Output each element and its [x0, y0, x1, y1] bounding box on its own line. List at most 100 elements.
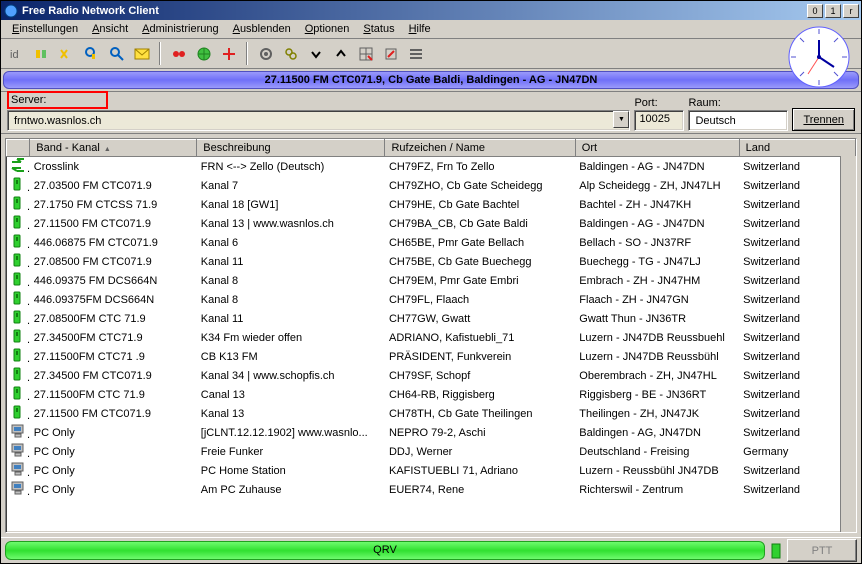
cell-rufzeichen: CH75BE, Cb Gate Buechegg [385, 252, 575, 271]
menu-ansicht[interactable]: Ansicht [85, 21, 135, 37]
row-type-icon [7, 423, 30, 442]
table-row[interactable]: 27.1750 FM CTCSS 71.9Kanal 18 [GW1]CH79H… [7, 195, 856, 214]
row-type-icon [7, 157, 30, 177]
cell-rufzeichen: KAFISTUEBLI 71, Adriano [385, 461, 575, 480]
menu-hilfe[interactable]: Hilfe [402, 21, 438, 37]
tool-search-icon[interactable] [105, 42, 128, 65]
raum-label: Raum: [688, 97, 788, 110]
cell-band: 446.09375 FM DCS664N [30, 271, 197, 290]
table-row[interactable]: 27.08500 FM CTC071.9Kanal 11CH75BE, Cb G… [7, 252, 856, 271]
minimize-button[interactable]: 0 [807, 4, 823, 18]
maximize-button[interactable]: 1 [825, 4, 841, 18]
port-label: Port: [634, 97, 684, 110]
cell-rufzeichen: CH79SF, Schopf [385, 366, 575, 385]
svg-text:id: id [10, 49, 19, 61]
tool-id-icon[interactable]: id [5, 42, 28, 65]
tool-mail-icon[interactable] [130, 42, 153, 65]
tool-arrows-icon[interactable] [217, 42, 240, 65]
table-row[interactable]: 27.34500FM CTC71.9K34 Fm wieder offenADR… [7, 328, 856, 347]
tool-expand-icon[interactable] [379, 42, 402, 65]
row-type-icon [7, 290, 30, 309]
table-row[interactable]: 27.08500FM CTC 71.9Kanal 11CH77GW, Gwatt… [7, 309, 856, 328]
tool-gear2-icon[interactable] [279, 42, 302, 65]
menu-ausblenden[interactable]: Ausblenden [226, 21, 298, 37]
cell-land: Switzerland [739, 195, 855, 214]
server-combo[interactable]: ▼ [7, 110, 630, 131]
tool-shuffle-icon[interactable] [55, 42, 78, 65]
cell-rufzeichen: CH64-RB, Riggisberg [385, 385, 575, 404]
cell-band: PC Only [30, 480, 197, 499]
close-button[interactable]: r [843, 4, 859, 18]
table-row[interactable]: 446.06875 FM CTC071.9Kanal 6CH65BE, Pmr … [7, 233, 856, 252]
table-row[interactable]: 27.11500FM CTC 71.9Canal 13CH64-RB, Rigg… [7, 385, 856, 404]
tool-down-icon[interactable] [304, 42, 327, 65]
cell-rufzeichen: DDJ, Werner [385, 442, 575, 461]
cell-rufzeichen: NEPRO 79-2, Aschi [385, 423, 575, 442]
table-row[interactable]: PC OnlyAm PC ZuhauseEUER74, ReneRichters… [7, 480, 856, 499]
table-row[interactable]: 27.11500 FM CTC071.9Kanal 13CH78TH, Cb G… [7, 404, 856, 423]
window-title: Free Radio Network Client [22, 5, 805, 17]
server-input[interactable] [12, 113, 611, 128]
menu-status[interactable]: Status [356, 21, 401, 37]
cell-band: 27.34500 FM CTC071.9 [30, 366, 197, 385]
port-field[interactable]: 10025 [634, 110, 684, 131]
menu-administrierung[interactable]: Administrierung [135, 21, 225, 37]
channel-banner: 27.11500 FM CTC071.9, Cb Gate Baldi, Bal… [3, 71, 859, 89]
table-row[interactable]: 446.09375FM DCS664NKanal 8CH79FL, Flaach… [7, 290, 856, 309]
tool-up-icon[interactable] [329, 42, 352, 65]
tool-users-icon[interactable] [30, 42, 53, 65]
column-ort[interactable]: Ort [575, 140, 739, 157]
table-row[interactable]: CrosslinkFRN <--> Zello (Deutsch)CH79FZ,… [7, 157, 856, 177]
tool-globe-icon[interactable] [192, 42, 215, 65]
scrollbar-vertical[interactable] [840, 156, 856, 532]
titlebar[interactable]: Free Radio Network Client 0 1 r [1, 1, 861, 20]
cell-band: PC Only [30, 461, 197, 480]
chevron-down-icon[interactable]: ▼ [613, 111, 629, 128]
column-beschreibung[interactable]: Beschreibung [197, 140, 385, 157]
cell-band: 27.11500 FM CTC071.9 [30, 214, 197, 233]
tool-record-icon[interactable] [167, 42, 190, 65]
qrv-status: QRV [5, 541, 765, 560]
channel-table: Band - Kanal▲ Beschreibung Rufzeichen / … [6, 139, 856, 499]
cell-band: 27.08500FM CTC 71.9 [30, 309, 197, 328]
cell-land: Switzerland [739, 309, 855, 328]
row-type-icon [7, 176, 30, 195]
ptt-button[interactable]: PTT [787, 539, 857, 562]
column-band[interactable]: Band - Kanal▲ [30, 140, 197, 157]
cell-beschreibung: [jCLNT.12.12.1902] www.wasnlo... [197, 423, 385, 442]
row-type-icon [7, 252, 30, 271]
row-type-icon [7, 271, 30, 290]
tool-find-user-icon[interactable] [80, 42, 103, 65]
table-row[interactable]: PC OnlyFreie FunkerDDJ, WernerDeutschlan… [7, 442, 856, 461]
cell-beschreibung: Canal 13 [197, 385, 385, 404]
app-window: Free Radio Network Client 0 1 r Einstell… [0, 0, 862, 564]
cell-beschreibung: Kanal 34 | www.schopfis.ch [197, 366, 385, 385]
tool-list-icon[interactable] [404, 42, 427, 65]
cell-land: Switzerland [739, 480, 855, 499]
column-land[interactable]: Land [739, 140, 855, 157]
cell-beschreibung: Kanal 18 [GW1] [197, 195, 385, 214]
analog-clock [784, 22, 854, 92]
table-row[interactable]: 446.09375 FM DCS664NKanal 8CH79EM, Pmr G… [7, 271, 856, 290]
table-row[interactable]: 27.34500 FM CTC071.9Kanal 34 | www.schop… [7, 366, 856, 385]
trennen-button[interactable]: Trennen [792, 108, 855, 131]
row-type-icon [7, 328, 30, 347]
table-row[interactable]: 27.03500 FM CTC071.9Kanal 7CH79ZHO, Cb G… [7, 176, 856, 195]
tool-gear-settings-icon[interactable] [254, 42, 277, 65]
column-rufzeichen[interactable]: Rufzeichen / Name [385, 140, 575, 157]
row-type-icon [7, 195, 30, 214]
table-row[interactable]: 27.11500FM CTC71 .9CB K13 FMPRÄSIDENT, F… [7, 347, 856, 366]
table-row[interactable]: PC Only[jCLNT.12.12.1902] www.wasnlo...N… [7, 423, 856, 442]
raum-combo[interactable]: ▼ [688, 110, 788, 131]
cell-band: 27.11500FM CTC 71.9 [30, 385, 197, 404]
menu-einstellungen[interactable]: Einstellungen [5, 21, 85, 37]
menu-optionen[interactable]: Optionen [298, 21, 357, 37]
cell-rufzeichen: PRÄSIDENT, Funkverein [385, 347, 575, 366]
cell-ort: Bachtel - ZH - JN47KH [575, 195, 739, 214]
table-row[interactable]: PC OnlyPC Home StationKAFISTUEBLI 71, Ad… [7, 461, 856, 480]
column-icon[interactable] [7, 140, 30, 157]
tool-grid-icon[interactable] [354, 42, 377, 65]
table-row[interactable]: 27.11500 FM CTC071.9Kanal 13 | www.wasnl… [7, 214, 856, 233]
cell-rufzeichen: CH77GW, Gwatt [385, 309, 575, 328]
cell-land: Switzerland [739, 290, 855, 309]
